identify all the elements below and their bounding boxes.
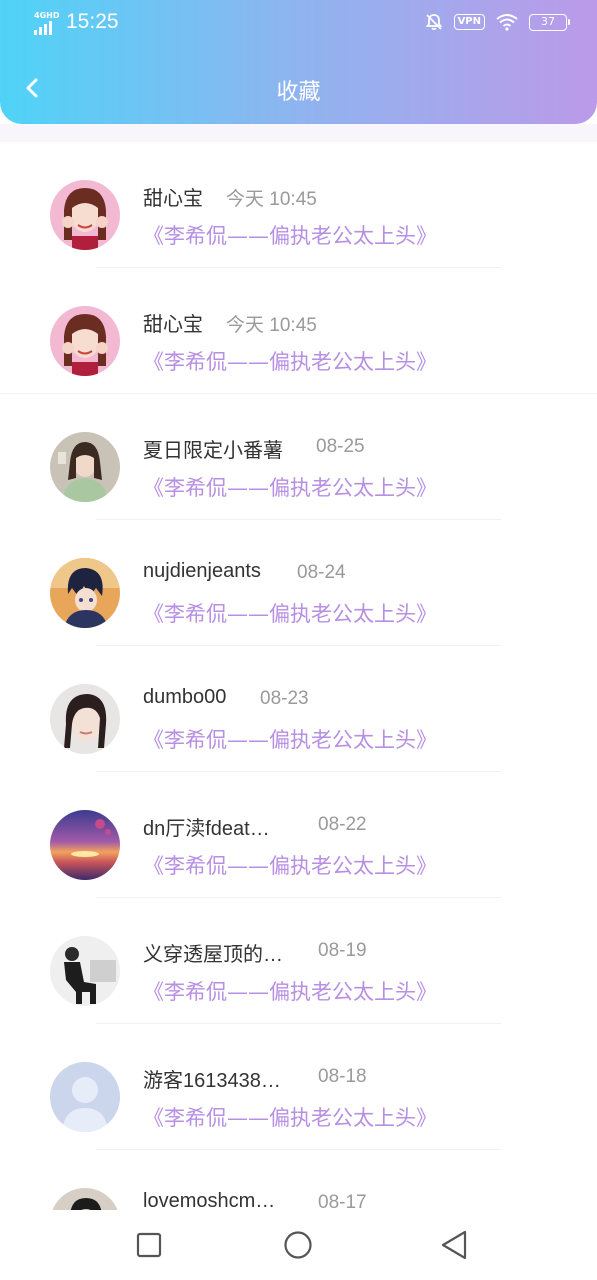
bell-off-icon [425,14,442,31]
status-time: 15:25 [66,10,119,33]
timestamp: 08-22 [318,814,367,835]
avatar[interactable] [50,432,120,502]
favorites-list: 甜心宝 今天 10:45 《李希侃——偏执老公太上头》 甜心宝 今天 10:45… [0,142,597,1276]
timestamp: 08-24 [297,562,346,583]
book-title-link[interactable]: 《李希侃——偏执老公太上头》 [143,472,437,502]
book-title-link[interactable]: 《李希侃——偏执老公太上头》 [143,220,437,250]
username: 夏日限定小番薯 [143,440,283,462]
recent-apps-button[interactable] [132,1228,166,1262]
list-item[interactable]: dumbo00 08-23 《李希侃——偏执老公太上头》 [0,646,597,772]
app-header: 4GHD 15:25 VPN 37 收藏 [0,0,597,124]
list-item[interactable]: 甜心宝 今天 10:45 《李希侃——偏执老公太上头》 [0,142,597,268]
book-title-link[interactable]: 《李希侃——偏执老公太上头》 [143,850,437,880]
username: 甜心宝 [143,314,203,336]
book-title-link[interactable]: 《李希侃——偏执老公太上头》 [143,1102,437,1132]
back-nav-button[interactable] [437,1228,471,1262]
avatar[interactable] [50,558,120,628]
list-item[interactable]: 游客1613438… 08-18 《李希侃——偏执老公太上头》 [0,1024,597,1150]
triangle-back-icon [441,1230,467,1260]
network-type: 4GHD [34,11,60,20]
username: 义穿透屋顶的… [143,944,283,966]
timestamp: 08-23 [260,688,309,709]
circle-icon [284,1231,312,1259]
section-divider [0,124,597,142]
timestamp: 今天 10:45 [226,315,317,336]
timestamp: 今天 10:45 [226,189,317,210]
list-item[interactable]: nujdienjeants 08-24 《李希侃——偏执老公太上头》 [0,520,597,646]
username: 游客1613438… [143,1070,281,1092]
book-title-link[interactable]: 《李希侃——偏执老公太上头》 [143,598,437,628]
timestamp: 08-19 [318,940,367,961]
page-title: 收藏 [276,80,321,105]
avatar[interactable] [50,684,120,754]
avatar[interactable] [50,1062,120,1132]
signal-icon: 4GHD [32,11,60,35]
book-title-link[interactable]: 《李希侃——偏执老公太上头》 [143,724,437,754]
avatar[interactable] [50,936,120,1006]
list-item[interactable]: 夏日限定小番薯 08-25 《李希侃——偏执老公太上头》 [0,394,597,520]
list-item[interactable]: 甜心宝 今天 10:45 《李希侃——偏执老公太上头》 [0,268,597,394]
list-item[interactable]: 义穿透屋顶的… 08-19 《李希侃——偏执老公太上头》 [0,898,597,1024]
timestamp: 08-18 [318,1066,367,1087]
avatar[interactable] [50,306,120,376]
system-nav-bar [0,1210,597,1280]
book-title-link[interactable]: 《李希侃——偏执老公太上头》 [143,976,437,1006]
home-button[interactable] [281,1228,315,1262]
wifi-icon [496,14,518,31]
timestamp: 08-25 [316,436,365,457]
default-user-icon [50,1062,120,1132]
username: dumbo00 [143,686,227,708]
status-bar: 4GHD 15:25 VPN 37 [0,0,597,48]
avatar[interactable] [50,180,120,250]
username: 甜心宝 [143,188,203,210]
book-title-link[interactable]: 《李希侃——偏执老公太上头》 [143,346,437,376]
battery-indicator: 37 [529,13,570,31]
username: nujdienjeants [143,560,261,582]
avatar[interactable] [50,810,120,880]
vpn-badge: VPN [453,14,485,30]
list-item[interactable]: dn厅渎fdeat… 08-22 《李希侃——偏执老公太上头》 [0,772,597,898]
square-icon [136,1232,162,1258]
username: dn厅渎fdeat… [143,818,270,840]
